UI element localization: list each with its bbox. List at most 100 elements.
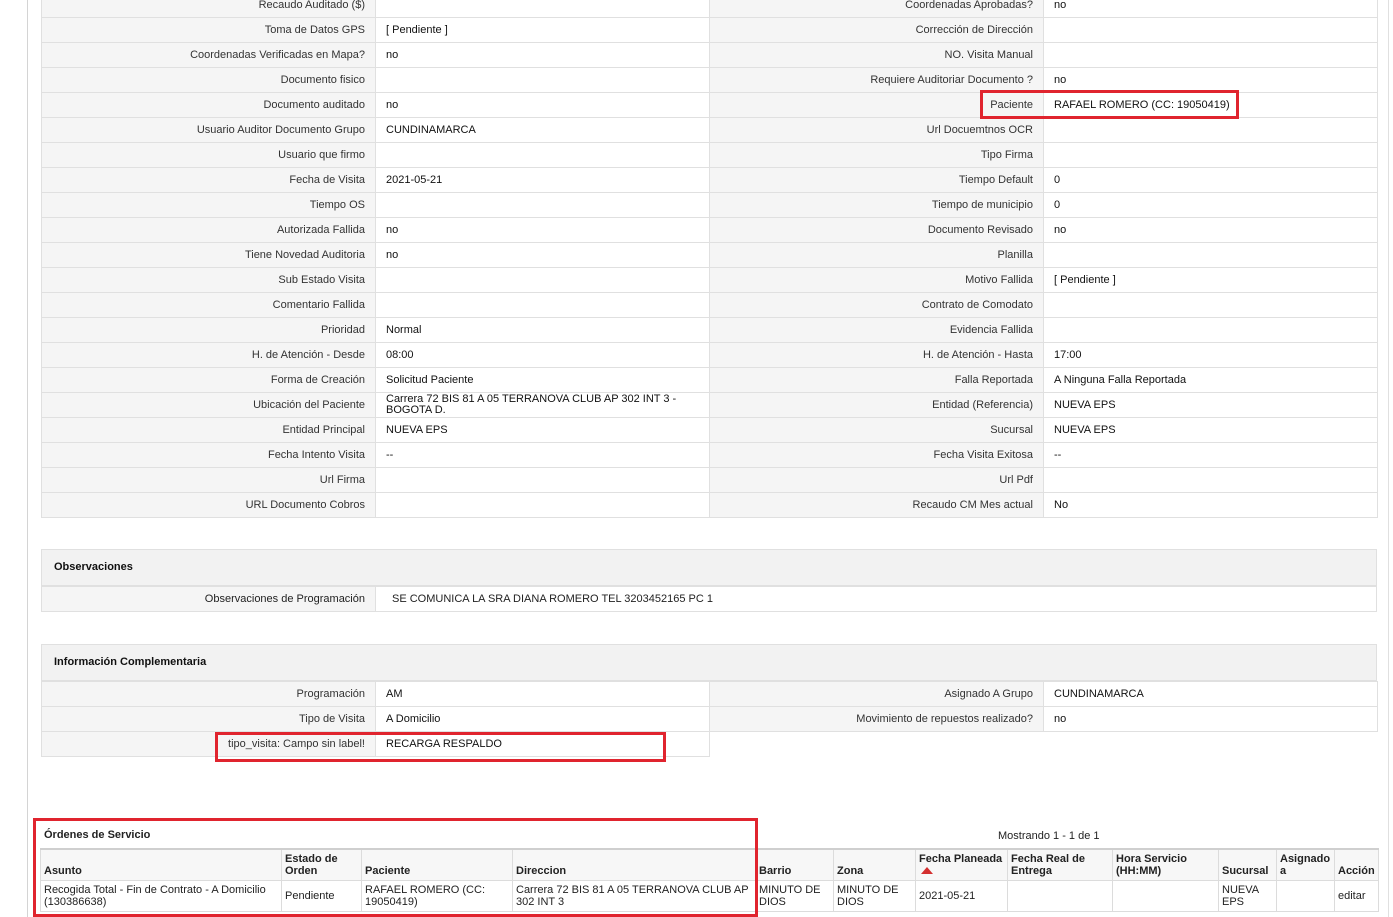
field-label: Requiere Auditoriar Documento ? <box>709 67 1044 93</box>
field-value: 08:00 <box>375 342 710 368</box>
field-value: 2021-05-21 <box>375 167 710 193</box>
detail-row: Comentario Fallida Contrato de Comodato <box>41 292 1378 318</box>
complementaria-header: Información Complementaria <box>41 644 1377 681</box>
column-header-asunto[interactable]: Asunto <box>40 848 282 881</box>
order-hora <box>1112 879 1219 912</box>
column-header-fecha-real[interactable]: Fecha Real de Entrega <box>1007 848 1113 881</box>
sort-ascending-icon[interactable] <box>921 867 933 875</box>
field-value: CUNDINAMARCA <box>375 117 710 143</box>
detail-row: Usuario Auditor Documento Grupo CUNDINAMA… <box>41 117 1378 143</box>
detail-row: Usuario que firmo Tipo Firma <box>41 142 1378 168</box>
field-value <box>1043 42 1378 68</box>
column-header-accion: Acción <box>1334 848 1379 881</box>
field-label: Prioridad <box>41 317 376 343</box>
field-label: Usuario Auditor Documento Grupo <box>41 117 376 143</box>
field-label: Recaudo Auditado ($) <box>41 0 376 18</box>
field-label: Sub Estado Visita <box>41 267 376 293</box>
column-header-sucursal[interactable]: Sucursal <box>1218 848 1277 881</box>
field-label: Motivo Fallida <box>709 267 1044 293</box>
column-header-hora-servicio[interactable]: Hora Servicio (HH:MM) <box>1112 848 1219 881</box>
field-label: Sucursal <box>709 417 1044 443</box>
field-label: Evidencia Fallida <box>709 317 1044 343</box>
field-value <box>1043 142 1378 168</box>
detail-row: URL Documento Cobros Recaudo CM Mes actua… <box>41 492 1378 518</box>
detail-row: H. de Atención - Desde 08:00 H. de Atenció… <box>41 342 1378 368</box>
field-label: Tipo de Visita <box>41 706 376 732</box>
detail-row: Forma de Creación Solicitud Paciente Falla… <box>41 367 1378 393</box>
detail-row: Tiempo OS Tiempo de municipio 0 <box>41 192 1378 218</box>
field-value: 0 <box>1043 167 1378 193</box>
field-label: Fecha Visita Exitosa <box>709 442 1044 468</box>
field-label: Recaudo CM Mes actual <box>709 492 1044 518</box>
field-value: A Domicilio <box>375 706 710 732</box>
right-scroll-edge <box>1388 0 1389 917</box>
column-header-direccion[interactable]: Direccion <box>512 848 756 881</box>
order-accion-cell: editar <box>1334 879 1379 912</box>
field-label: Corrección de Dirección <box>709 17 1044 43</box>
column-header-estado[interactable]: Estado de Orden <box>281 848 362 881</box>
field-value <box>1043 292 1378 318</box>
detail-row: Ubicación del Paciente Carrera 72 BIS 81 … <box>41 392 1378 418</box>
field-value <box>1043 467 1378 493</box>
field-value: RECARGA RESPALDO <box>375 731 710 757</box>
detail-row: Fecha de Visita 2021-05-21 Tiempo Default 0 <box>41 167 1378 193</box>
order-estado: Pendiente <box>281 879 362 912</box>
field-label: tipo_visita: Campo sin label! <box>41 731 376 757</box>
detail-row: Prioridad Normal Evidencia Fallida <box>41 317 1378 343</box>
field-label: Asignado A Grupo <box>709 681 1044 707</box>
comp-row: Programación AM Asignado A Grupo CUNDINA… <box>41 681 1378 707</box>
table-row: Recogida Total - Fin de Contrato - A Dom… <box>40 879 1379 912</box>
field-label: Forma de Creación <box>41 367 376 393</box>
column-header-fecha-planeada[interactable]: Fecha Planeada <box>915 848 1008 881</box>
field-label: Entidad Principal <box>41 417 376 443</box>
edit-link[interactable]: editar <box>1338 890 1366 902</box>
detail-row: Entidad Principal NUEVA EPS Sucursal NUEVA … <box>41 417 1378 443</box>
field-value <box>375 142 710 168</box>
field-label: Fecha de Visita <box>41 167 376 193</box>
field-value: NUEVA EPS <box>1043 417 1378 443</box>
field-value: -- <box>1043 442 1378 468</box>
field-value <box>375 67 710 93</box>
column-header-asignado[interactable]: Asignado a <box>1276 848 1335 881</box>
field-label: Toma de Datos GPS <box>41 17 376 43</box>
observaciones-header: Observaciones <box>41 549 1377 586</box>
order-fecha-planeada: 2021-05-21 <box>915 879 1008 912</box>
observaciones-value: SE COMUNICA LA SRA DIANA ROMERO TEL 3203… <box>392 593 713 605</box>
field-label: Tiempo Default <box>709 167 1044 193</box>
column-header-paciente[interactable]: Paciente <box>361 848 513 881</box>
comp-row: tipo_visita: Campo sin label! RECARGA RE… <box>41 731 1378 757</box>
detail-row: Recaudo Auditado ($) Coordenadas Aprobada… <box>41 0 1378 18</box>
orders-count: Mostrando 1 - 1 de 1 <box>998 830 1100 842</box>
column-header-zona[interactable]: Zona <box>833 848 916 881</box>
field-value <box>1043 117 1378 143</box>
field-value: -- <box>375 442 710 468</box>
field-value <box>1043 317 1378 343</box>
field-label: URL Documento Cobros <box>41 492 376 518</box>
order-asunto: Recogida Total - Fin de Contrato - A Dom… <box>40 879 282 912</box>
field-label: Usuario que firmo <box>41 142 376 168</box>
field-label: Autorizada Fallida <box>41 217 376 243</box>
field-label: Paciente <box>709 92 1044 118</box>
field-label: Falla Reportada <box>709 367 1044 393</box>
detail-row: Toma de Datos GPS[ Pendiente ] Corrección… <box>41 17 1378 43</box>
orders-header-row: Asunto Estado de Orden Paciente Direccio… <box>40 848 1379 881</box>
field-value: no <box>1043 0 1378 18</box>
complementaria-table: Programación AM Asignado A Grupo CUNDINA… <box>41 681 1378 757</box>
field-value: no <box>1043 67 1378 93</box>
field-label: H. de Atención - Hasta <box>709 342 1044 368</box>
field-label: Documento Revisado <box>709 217 1044 243</box>
field-label: Movimiento de repuestos realizado? <box>709 706 1044 732</box>
field-label: Tiempo de municipio <box>709 192 1044 218</box>
field-value: 0 <box>1043 192 1378 218</box>
column-header-barrio[interactable]: Barrio <box>755 848 834 881</box>
field-label: Tipo Firma <box>709 142 1044 168</box>
field-value <box>1043 242 1378 268</box>
field-label: H. de Atención - Desde <box>41 342 376 368</box>
field-value: no <box>375 42 710 68</box>
detail-row: Sub Estado Visita Motivo Fallida[ Pendien… <box>41 267 1378 293</box>
field-value: no <box>375 242 710 268</box>
detail-row: Autorizada Fallida no Documento Revisado no <box>41 217 1378 243</box>
field-label: Ubicación del Paciente <box>41 392 376 418</box>
detail-row: Documento auditado no Paciente RAFAEL ROMER… <box>41 92 1378 118</box>
orders-title: Órdenes de Servicio <box>44 829 151 841</box>
